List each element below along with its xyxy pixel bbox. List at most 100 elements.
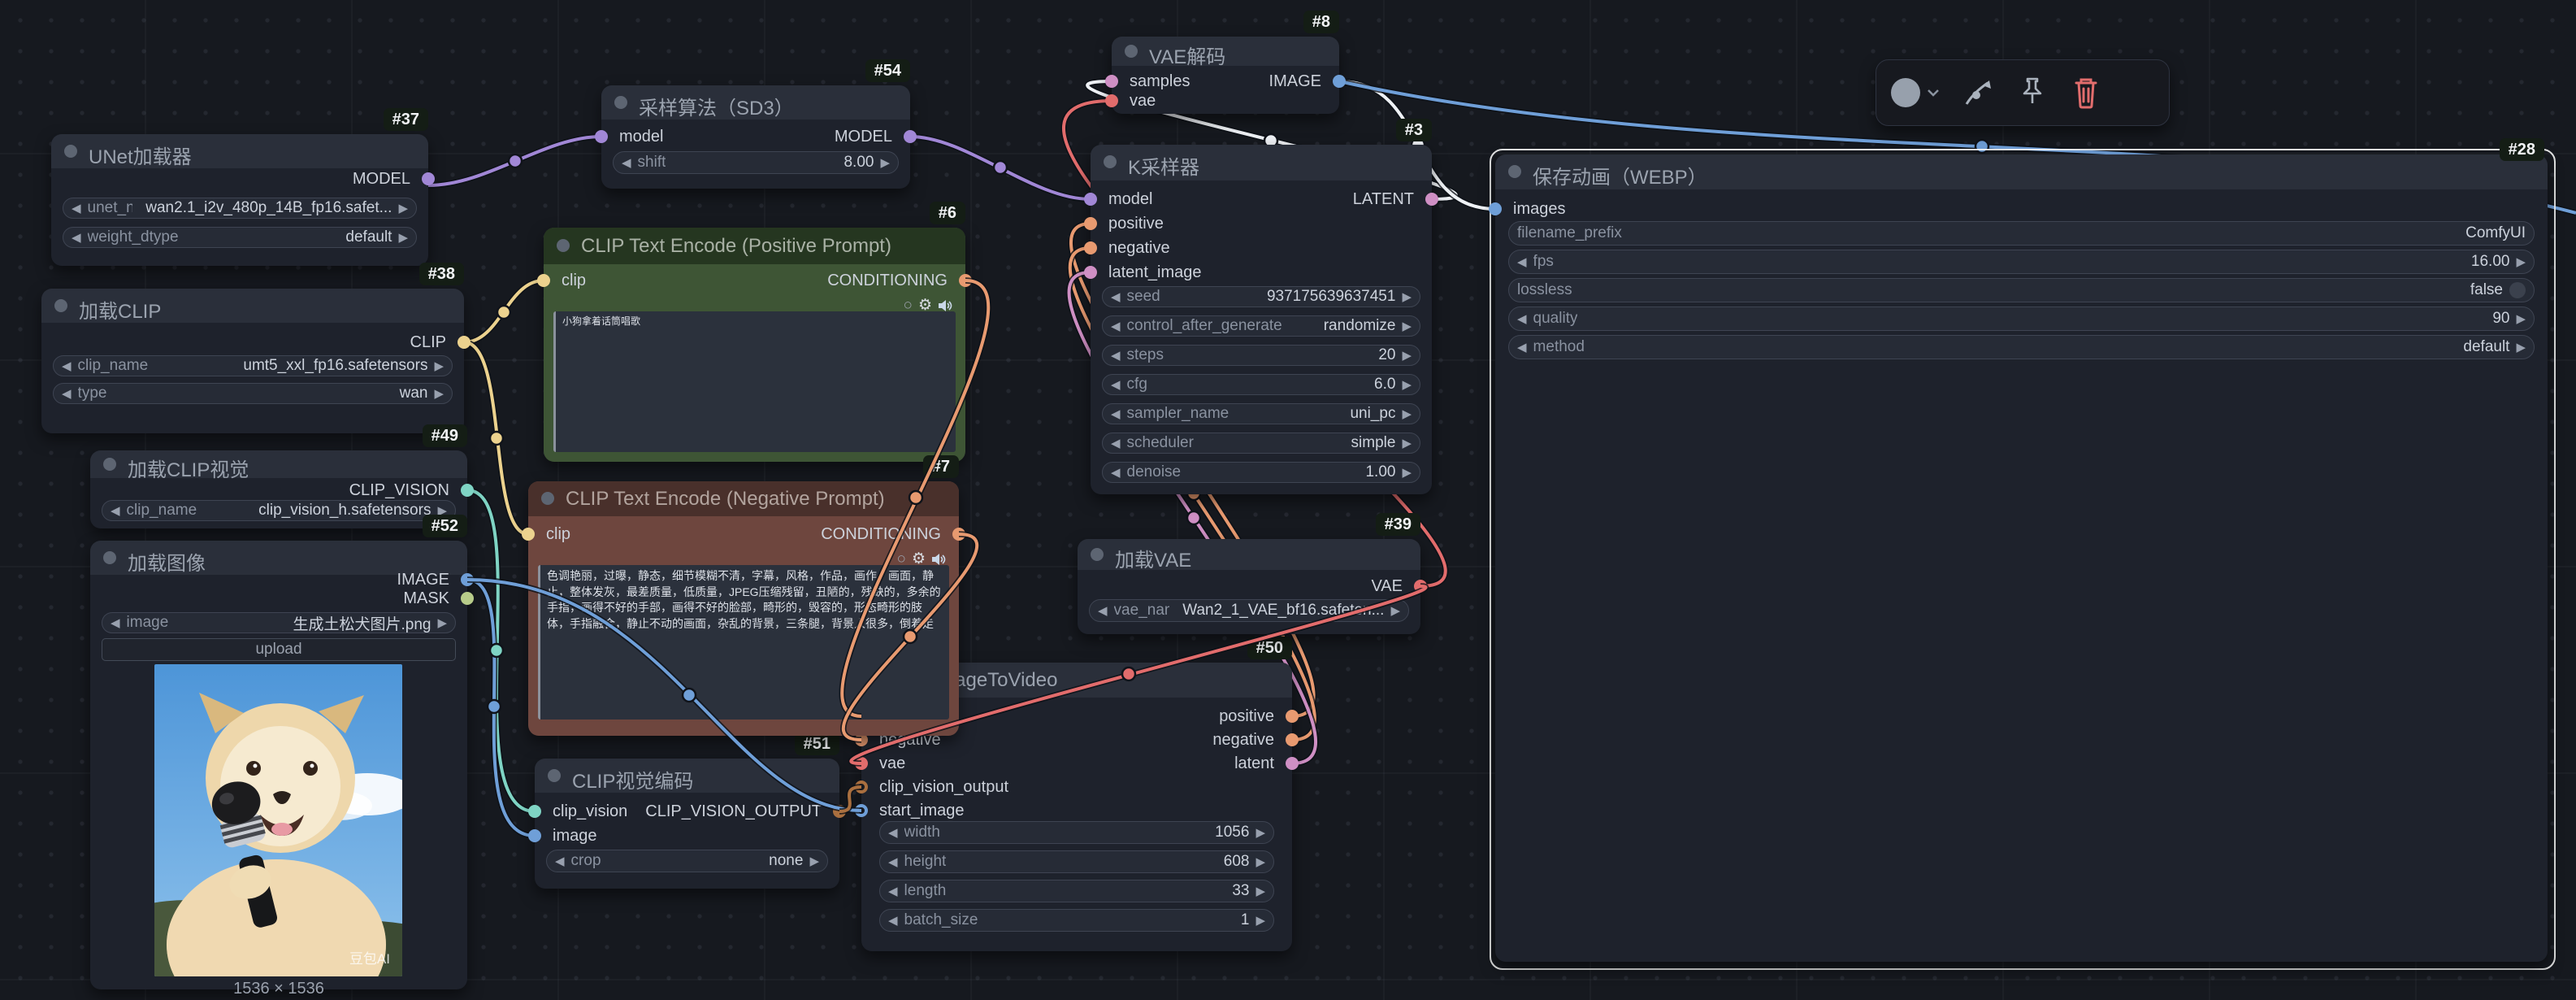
- widget-unet-name[interactable]: ◀ unet_name wan2.1_i2v_480p_14B_fp16.saf…: [63, 198, 417, 219]
- increment-arrow-icon[interactable]: ▶: [1402, 379, 1412, 391]
- widget-filename-prefix[interactable]: filename_prefix ComfyUI: [1508, 221, 2535, 246]
- collapse-dot-icon[interactable]: [103, 458, 116, 471]
- port-clip-vision-output-input[interactable]: [855, 780, 868, 793]
- widget-lossless[interactable]: lossless false: [1508, 278, 2535, 302]
- widget-steps[interactable]: ◀ steps 20 ▶: [1102, 345, 1420, 366]
- decrement-arrow-icon[interactable]: ◀: [1517, 256, 1527, 268]
- speaker-icon[interactable]: [938, 299, 952, 312]
- increment-arrow-icon[interactable]: ▶: [2516, 313, 2526, 325]
- widget-seed[interactable]: ◀ seed 937175639637451 ▶: [1102, 286, 1420, 307]
- port-vae-input[interactable]: [1105, 94, 1118, 107]
- node-header[interactable]: 加载CLIP: [41, 289, 464, 323]
- node-header[interactable]: K采样器: [1091, 145, 1432, 180]
- increment-arrow-icon[interactable]: ▶: [1255, 827, 1265, 839]
- decrement-arrow-icon[interactable]: ◀: [1111, 379, 1121, 391]
- widget-sampler-name[interactable]: ◀ sampler_name uni_pc ▶: [1102, 403, 1420, 424]
- node-load-clip[interactable]: #38 加载CLIP CLIP ◀ clip_name umt5_xxl_fp1…: [41, 289, 464, 433]
- decrement-arrow-icon[interactable]: ◀: [888, 915, 898, 927]
- port-samples-input[interactable]: [1105, 75, 1118, 88]
- decrement-arrow-icon[interactable]: ◀: [888, 856, 898, 868]
- upload-button[interactable]: upload: [102, 638, 456, 661]
- widget-width[interactable]: ◀ width 1056 ▶: [879, 821, 1274, 844]
- widget-clip-name[interactable]: ◀ clip_name clip_vision_h.safetensors ▶: [102, 500, 456, 521]
- widget-clip-name[interactable]: ◀ clip_name umt5_xxl_fp16.safetensors ▶: [53, 355, 453, 376]
- node-clip-vision-encode[interactable]: #51 CLIP视觉编码 clip_vision image CLIP_VISI…: [535, 759, 839, 889]
- route-link-icon[interactable]: [1961, 76, 1995, 110]
- widget-vae-name[interactable]: ◀ vae_name Wan2_1_VAE_bf16.safeten... ▶: [1089, 599, 1409, 622]
- port-clip-input[interactable]: [537, 274, 550, 287]
- decrement-arrow-icon[interactable]: ◀: [622, 157, 631, 169]
- decrement-arrow-icon[interactable]: ◀: [1111, 320, 1121, 333]
- node-clip-text-encode-negative[interactable]: #7 CLIP Text Encode (Negative Prompt) cl…: [528, 481, 959, 736]
- widget-control-after-generate[interactable]: ◀ control_after_generate randomize ▶: [1102, 315, 1420, 337]
- increment-arrow-icon[interactable]: ▶: [1402, 291, 1412, 303]
- increment-arrow-icon[interactable]: ▶: [1402, 467, 1412, 479]
- port-image-output[interactable]: [1333, 75, 1346, 88]
- decrement-arrow-icon[interactable]: ◀: [1111, 291, 1121, 303]
- widget-quality[interactable]: ◀ quality 90 ▶: [1508, 307, 2535, 331]
- node-header[interactable]: CLIP Text Encode (Negative Prompt): [528, 481, 959, 516]
- port-positive-input[interactable]: [1084, 217, 1097, 230]
- widget-length[interactable]: ◀ length 33 ▶: [879, 880, 1274, 902]
- decrement-arrow-icon[interactable]: ◀: [72, 202, 81, 215]
- increment-arrow-icon[interactable]: ▶: [434, 360, 444, 372]
- increment-arrow-icon[interactable]: ▶: [1255, 885, 1265, 898]
- widget-type[interactable]: ◀ type wan ▶: [53, 383, 453, 404]
- decrement-arrow-icon[interactable]: ◀: [888, 885, 898, 898]
- port-vae-input[interactable]: [855, 757, 868, 770]
- decrement-arrow-icon[interactable]: ◀: [1517, 341, 1527, 354]
- increment-arrow-icon[interactable]: ▶: [1402, 437, 1412, 450]
- collapse-dot-icon[interactable]: [614, 96, 627, 109]
- decrement-arrow-icon[interactable]: ◀: [888, 827, 898, 839]
- port-conditioning-output[interactable]: [959, 274, 972, 287]
- node-header[interactable]: 加载VAE: [1078, 539, 1420, 570]
- increment-arrow-icon[interactable]: ▶: [437, 617, 447, 629]
- widget-method[interactable]: ◀ method default ▶: [1508, 335, 2535, 359]
- port-negative-output[interactable]: [1286, 733, 1299, 746]
- node-color-picker[interactable]: [1891, 78, 1940, 107]
- collapse-dot-icon[interactable]: [548, 769, 561, 782]
- widget-fps[interactable]: ◀ fps 16.00 ▶: [1508, 250, 2535, 274]
- port-image-input[interactable]: [528, 829, 541, 842]
- collapse-dot-icon[interactable]: [1125, 45, 1138, 58]
- increment-arrow-icon[interactable]: ▶: [1402, 350, 1412, 362]
- port-clip-vision-input[interactable]: [528, 805, 541, 818]
- decrement-arrow-icon[interactable]: ◀: [1098, 605, 1108, 617]
- port-model-input[interactable]: [1084, 193, 1097, 206]
- decrement-arrow-icon[interactable]: ◀: [1111, 350, 1121, 362]
- port-vae-output[interactable]: [1414, 580, 1427, 593]
- decrement-arrow-icon[interactable]: ◀: [1111, 467, 1121, 479]
- port-model-input[interactable]: [595, 130, 608, 143]
- decrement-arrow-icon[interactable]: ◀: [1111, 437, 1121, 450]
- collapse-dot-icon[interactable]: [1508, 165, 1521, 178]
- widget-height[interactable]: ◀ height 608 ▶: [879, 850, 1274, 873]
- node-header[interactable]: 保存动画（WEBP）: [1495, 154, 2548, 189]
- node-header[interactable]: 采样算法（SD3）: [601, 85, 910, 120]
- port-clip-vision-output-output[interactable]: [833, 805, 846, 818]
- port-model-output[interactable]: [422, 172, 435, 185]
- decrement-arrow-icon[interactable]: ◀: [1517, 313, 1527, 325]
- prompt-textarea[interactable]: 色调艳丽，过曝，静态，细节模糊不清，字幕，风格，作品，画作，画面，静止，整体发灰…: [538, 565, 949, 720]
- decrement-arrow-icon[interactable]: ◀: [111, 505, 120, 517]
- port-positive-output[interactable]: [1286, 710, 1299, 723]
- decrement-arrow-icon[interactable]: ◀: [62, 360, 72, 372]
- port-start-image-input[interactable]: [855, 804, 868, 817]
- port-latent-image-input[interactable]: [1084, 266, 1097, 279]
- collapse-dot-icon[interactable]: [54, 299, 67, 312]
- trash-icon[interactable]: [2070, 75, 2102, 111]
- increment-arrow-icon[interactable]: ▶: [2516, 341, 2526, 354]
- decrement-arrow-icon[interactable]: ◀: [555, 855, 565, 867]
- increment-arrow-icon[interactable]: ▶: [398, 202, 408, 215]
- collapse-dot-icon[interactable]: [1104, 155, 1117, 168]
- widget-shift[interactable]: ◀ shift 8.00 ▶: [613, 151, 899, 174]
- port-mask-output[interactable]: [461, 592, 474, 605]
- port-images-input[interactable]: [1489, 202, 1502, 215]
- increment-arrow-icon[interactable]: ▶: [2516, 256, 2526, 268]
- node-graph-canvas[interactable]: #37 UNet加载器 MODEL ◀ unet_name wan2.1_i2v…: [0, 0, 2576, 1000]
- port-clip-vision-output[interactable]: [461, 484, 474, 497]
- collapse-dot-icon[interactable]: [1091, 548, 1104, 561]
- node-header[interactable]: 加载CLIP视觉: [90, 450, 467, 478]
- widget-cfg[interactable]: ◀ cfg 6.0 ▶: [1102, 374, 1420, 395]
- node-header[interactable]: VAE解码: [1112, 37, 1339, 66]
- speaker-icon[interactable]: [931, 553, 946, 566]
